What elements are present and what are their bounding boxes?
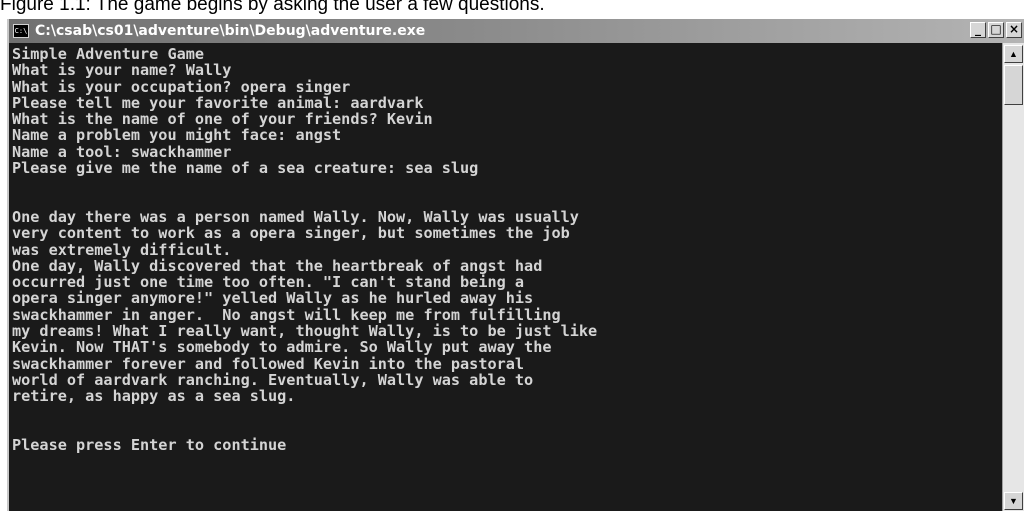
console-line: One day, Wally discovered that the heart… — [12, 256, 543, 275]
console-line: occurred just one time too often. "I can… — [12, 273, 525, 292]
close-button[interactable]: × — [1006, 22, 1022, 38]
console-line: What is the name of one of your friends?… — [12, 110, 433, 129]
figure-caption: Figure 1.1: The game begins by asking th… — [0, 0, 545, 15]
console-text: Simple Adventure Game What is your name?… — [9, 43, 1002, 453]
scroll-up-icon[interactable]: ▲ — [1004, 45, 1023, 63]
console-line: One day there was a person named Wally. … — [12, 207, 579, 226]
console-line: Simple Adventure Game — [12, 45, 205, 63]
console-line: Please give me the name of a sea creatur… — [12, 159, 479, 178]
maximize-button[interactable]: □ — [988, 22, 1004, 38]
console-line: Please tell me your favorite animal: aar… — [12, 93, 424, 112]
console-line: world of aardvark ranching. Eventually, … — [12, 370, 534, 389]
scroll-thumb[interactable] — [1004, 65, 1023, 105]
console-line: was extremely difficult. — [12, 240, 232, 259]
scroll-down-icon[interactable]: ▼ — [1004, 492, 1023, 510]
console-line: swackhammer in anger. No angst will keep… — [12, 305, 561, 324]
console-line: Name a problem you might face: angst — [12, 126, 342, 145]
console-line: swackhammer forever and followed Kevin i… — [12, 354, 525, 373]
console-window: C:\ C:\csab\cs01\adventure\bin\Debug\adv… — [7, 19, 1024, 511]
console-app-icon[interactable]: C:\ — [13, 24, 29, 38]
console-line: my dreams! What I really want, thought W… — [12, 322, 598, 341]
console-line: What is your occupation? opera singer — [12, 77, 351, 96]
window-controls: _ □ × — [970, 22, 1022, 38]
console-line: What is your name? Wally — [12, 61, 232, 80]
minimize-button[interactable]: _ — [970, 22, 986, 38]
console-line: Kevin. Now THAT's somebody to admire. So… — [12, 338, 552, 357]
console-line: Please press Enter to continue — [12, 436, 287, 455]
title-bar[interactable]: C:\ C:\csab\cs01\adventure\bin\Debug\adv… — [9, 19, 1024, 43]
console-line: Name a tool: swackhammer — [12, 142, 232, 161]
console-line: retire, as happy as a sea slug. — [12, 387, 296, 406]
window-title: C:\csab\cs01\adventure\bin\Debug\adventu… — [35, 23, 426, 39]
console-line: opera singer anymore!" yelled Wally as h… — [12, 289, 534, 308]
console-line: very content to work as a opera singer, … — [12, 224, 570, 243]
console-output[interactable]: Simple Adventure Game What is your name?… — [9, 43, 1002, 511]
vertical-scrollbar[interactable]: ▲ ▼ — [1002, 43, 1024, 511]
